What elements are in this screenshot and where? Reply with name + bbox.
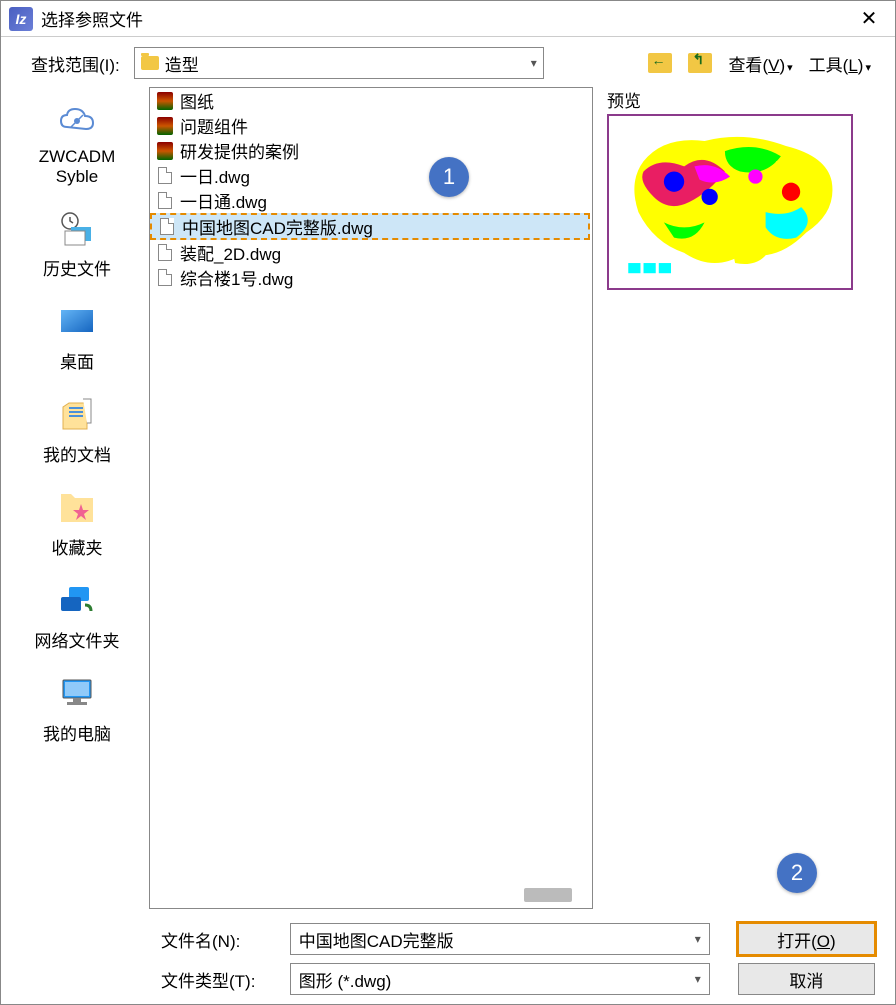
tools-menu[interactable]: 工具(L)▾ [805,51,875,76]
file-row[interactable]: 研发提供的案例 [150,138,592,163]
sidebar-item-syble[interactable]: ZWCADM Syble [17,93,137,195]
window-title: 选择参照文件 [41,6,851,31]
close-icon[interactable]: ✕ [851,6,887,31]
app-icon: Iz [9,7,33,31]
up-folder-icon[interactable] [688,53,712,73]
history-icon [55,209,99,249]
sidebar-item-label: 收藏夹 [52,534,103,559]
chevron-down-icon: ▾ [695,932,701,946]
file-name: 装配_2D.dwg [180,240,281,265]
file-icon [156,269,174,287]
sidebar-item-documents[interactable]: 我的文档 [17,387,137,474]
file-name: 一日.dwg [180,163,250,188]
file-name: 问题组件 [180,113,248,138]
places-sidebar: ZWCADM Syble 历史文件 桌面 我的文档 收藏夹 网络文件夹 我的电脑 [5,87,149,909]
archive-icon [156,142,174,160]
filename-value: 中国地图CAD完整版 [299,927,454,952]
file-name: 图纸 [180,88,214,113]
folder-icon [141,56,159,70]
filetype-label: 文件类型(T): [161,967,278,992]
range-label: 查找范围(I): [31,51,120,76]
back-icon[interactable] [648,53,672,73]
chevron-down-icon: ▾ [695,972,701,986]
documents-icon [55,395,99,435]
chevron-down-icon: ▾ [531,56,537,70]
sidebar-item-desktop[interactable]: 桌面 [17,294,137,381]
archive-icon [156,117,174,135]
filename-input[interactable]: 中国地图CAD完整版 ▾ [290,923,710,955]
cloud-icon [55,101,99,141]
filename-label: 文件名(N): [161,927,278,952]
sidebar-item-label: 我的电脑 [43,720,111,745]
file-row[interactable]: 一日.dwg [150,163,592,188]
sidebar-item-network[interactable]: 网络文件夹 [17,573,137,660]
sidebar-item-computer[interactable]: 我的电脑 [17,666,137,753]
preview-image [613,120,847,284]
file-row[interactable]: 图纸 [150,88,592,113]
callout-2: 2 [777,853,817,893]
file-icon [156,192,174,210]
file-icon [156,244,174,262]
file-row[interactable]: 综合楼1号.dwg [150,265,592,290]
bottom-panel: 文件名(N): 中国地图CAD完整版 ▾ 打开(O) 文件类型(T): 图形 (… [1,909,895,999]
sidebar-item-label: 网络文件夹 [35,627,120,652]
preview-label: 预览 [607,87,877,112]
sidebar-item-label: 桌面 [60,348,94,373]
computer-icon [55,674,99,714]
favorites-icon [55,488,99,528]
file-icon [158,218,176,236]
open-button[interactable]: 打开(O) [738,923,875,955]
file-name: 研发提供的案例 [180,138,299,163]
view-menu[interactable]: 查看(V)▾ [724,51,796,76]
sidebar-item-label: 我的文档 [43,441,111,466]
sidebar-item-history[interactable]: 历史文件 [17,201,137,288]
file-list[interactable]: 图纸问题组件研发提供的案例一日.dwg一日通.dwg中国地图CAD完整版.dwg… [149,87,593,909]
sidebar-item-label: 历史文件 [43,255,111,280]
filetype-dropdown[interactable]: 图形 (*.dwg) ▾ [290,963,710,995]
file-icon [156,167,174,185]
file-row[interactable]: 中国地图CAD完整版.dwg [150,213,590,240]
file-row[interactable]: 装配_2D.dwg [150,240,592,265]
sidebar-item-label: ZWCADM Syble [17,147,137,187]
title-bar: Iz 选择参照文件 ✕ [1,1,895,37]
file-name: 一日通.dwg [180,188,267,213]
callout-1: 1 [429,157,469,197]
folder-dropdown[interactable]: 造型 ▾ [134,47,544,79]
sidebar-item-favorites[interactable]: 收藏夹 [17,480,137,567]
network-icon [55,581,99,621]
desktop-icon [55,302,99,342]
archive-icon [156,92,174,110]
file-row[interactable]: 问题组件 [150,113,592,138]
filetype-value: 图形 (*.dwg) [299,967,392,992]
current-folder-name: 造型 [165,51,531,76]
file-name: 综合楼1号.dwg [180,265,293,290]
scroll-thumb[interactable] [524,888,572,902]
preview-panel [607,114,853,290]
file-row[interactable]: 一日通.dwg [150,188,592,213]
file-name: 中国地图CAD完整版.dwg [182,214,373,239]
toolbar: 查找范围(I): 造型 ▾ 查看(V)▾ 工具(L)▾ [1,37,895,87]
cancel-button[interactable]: 取消 [738,963,875,995]
